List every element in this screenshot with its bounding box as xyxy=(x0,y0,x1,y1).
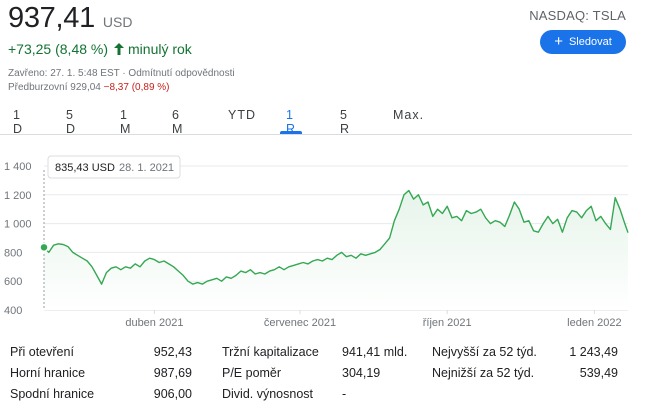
x-tick-label: leden 2022 xyxy=(567,317,621,329)
price-change-period: minulý rok xyxy=(128,41,192,57)
y-tick-label: 400 xyxy=(4,305,22,317)
stats-row: Spodní hranice 906,00 Divid. výnosnost - xyxy=(0,387,640,407)
arrow-up-icon xyxy=(114,43,125,55)
y-tick-label: 1 200 xyxy=(4,190,32,202)
y-tick-label: 1 000 xyxy=(4,219,32,231)
hover-point xyxy=(39,242,49,253)
stat-label: Horní hranice xyxy=(10,366,86,380)
premarket-change: −8,37 (0,89 %) xyxy=(103,82,170,93)
plus-icon: + xyxy=(554,33,563,50)
stat-label: Tržní kapitalizace xyxy=(222,345,319,359)
tab-1r[interactable]: 1 R xyxy=(279,108,303,136)
follow-button-label: Sledovat xyxy=(568,36,612,48)
tab-5d[interactable]: 5 D xyxy=(66,108,76,136)
area-fill xyxy=(44,190,628,310)
stat-value: - xyxy=(342,387,347,401)
stat-label: Spodní hranice xyxy=(10,387,95,401)
stat-label: Nejnižší za 52 týd. xyxy=(432,366,535,380)
y-tick-label: 600 xyxy=(4,276,22,288)
stat-value: 1 243,49 xyxy=(569,345,618,359)
y-tick-label: 1 400 xyxy=(4,161,32,173)
stat-label: Při otevření xyxy=(10,345,74,359)
stats-row: Horní hranice 987,69 P/E poměr 304,19 Ne… xyxy=(0,366,640,386)
tab-ytd[interactable]: YTD xyxy=(228,108,256,134)
follow-button[interactable]: + Sledovat xyxy=(540,30,626,54)
ticker-symbol: NASDAQ: TSLA xyxy=(529,8,626,23)
stat-value: 906,00 xyxy=(153,387,192,401)
tab-max[interactable]: Max. xyxy=(393,108,424,134)
price-chart[interactable]: 400 600 800 1 000 1 200 1 400 duben 2021 červen… xyxy=(0,140,640,340)
x-tick-label: červenec 2021 xyxy=(264,317,336,329)
price-change: +73,25 (8,48 %) minulý rok xyxy=(8,41,192,57)
x-tick-label: duben 2021 xyxy=(125,317,183,329)
closed-info: Zavřeno: 27. 1. 5:48 EST · Odmítnutí odp… xyxy=(8,68,235,79)
x-tick-label: říjen 2021 xyxy=(423,317,472,329)
tab-1m[interactable]: 1 M xyxy=(120,108,131,136)
stats-row: Při otevření 952,43 Tržní kapitalizace 9… xyxy=(0,345,640,365)
stat-label: P/E poměr xyxy=(222,366,282,380)
stock-price: 937,41 xyxy=(8,2,95,34)
tooltip-value: 835,43 USD xyxy=(55,162,115,174)
tab-5r[interactable]: 5 R xyxy=(340,108,350,136)
currency-label: USD xyxy=(102,14,133,30)
stat-label: Nejvyšší za 52 týd. xyxy=(432,345,537,359)
quote-header: 937,41 USD xyxy=(8,2,132,35)
tabs-divider xyxy=(0,134,632,135)
price-change-value: +73,25 (8,48 %) xyxy=(8,41,109,57)
premarket-info: Předburzovní 929,04 −8,37 (0,89 %) xyxy=(8,82,170,93)
stat-value: 952,43 xyxy=(153,345,192,359)
tooltip-date: 28. 1. 2021 xyxy=(119,162,174,174)
stat-value: 539,49 xyxy=(579,366,618,380)
tab-1d[interactable]: 1 D xyxy=(13,108,23,136)
chart-svg[interactable]: 400 600 800 1 000 1 200 1 400 duben 2021 červen… xyxy=(0,140,640,340)
premarket-label: Předburzovní 929,04 xyxy=(8,82,101,93)
stat-value: 941,41 mld. xyxy=(342,345,408,359)
tab-6m[interactable]: 6 M xyxy=(172,108,183,136)
stat-value: 987,69 xyxy=(153,366,192,380)
stat-label: Divid. výnosnost xyxy=(222,387,314,401)
stat-value: 304,19 xyxy=(342,366,381,380)
y-tick-label: 800 xyxy=(4,247,22,259)
